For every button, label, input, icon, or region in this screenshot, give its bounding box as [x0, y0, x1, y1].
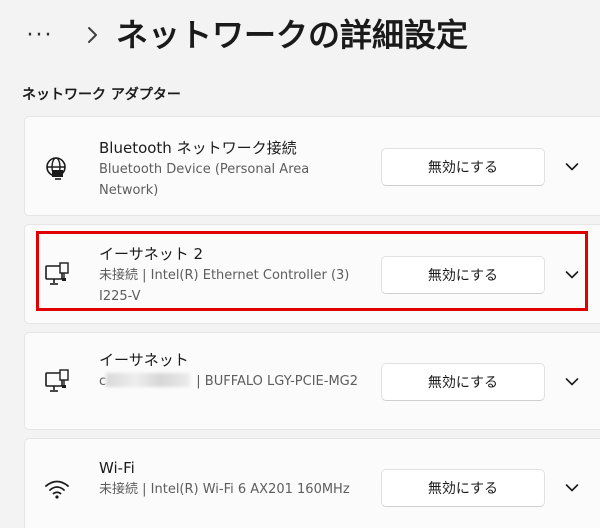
adapter-texts: Wi-Fi 未接続 | Intel(R) Wi-Fi 6 AX201 160MH…: [99, 457, 369, 500]
adapter-name: イーサネット: [99, 351, 189, 369]
adapter-texts: Bluetooth ネットワーク接続 Bluetooth Device (Per…: [99, 137, 369, 201]
disable-button[interactable]: 無効にする: [381, 363, 545, 401]
wifi-icon: [43, 475, 71, 503]
adapter-name: Wi-Fi: [99, 459, 135, 477]
adapter-texts: イーサネット c | BUFFALO LGY-PCIE-MG2: [99, 349, 369, 392]
adapter-description: 未接続 | Intel(R) Wi-Fi 6 AX201 160MHz: [99, 482, 350, 497]
ethernet-computer-icon: [43, 261, 71, 289]
globe-computer-icon: [43, 155, 71, 183]
redacted-text: [106, 373, 191, 387]
chevron-down-icon[interactable]: [561, 156, 583, 178]
adapter-description-rest: | BUFFALO LGY-PCIE-MG2: [192, 374, 359, 389]
section-title: ネットワーク アダプター: [22, 87, 181, 103]
chevron-down-icon[interactable]: [561, 371, 583, 393]
adapter-name: Bluetooth ネットワーク接続: [99, 139, 297, 157]
adapter-description: c | BUFFALO LGY-PCIE-MG2: [99, 371, 369, 392]
adapter-name: イーサネット 2: [99, 245, 204, 263]
chevron-right-icon: [82, 20, 102, 50]
disable-button[interactable]: 無効にする: [381, 469, 545, 507]
chevron-down-icon[interactable]: [561, 264, 583, 286]
adapter-card-bluetooth: Bluetooth ネットワーク接続 Bluetooth Device (Per…: [24, 116, 600, 216]
chevron-down-icon[interactable]: [561, 477, 583, 499]
network-advanced-settings-page: ··· ネットワークの詳細設定 ネットワーク アダプター Bluetooth ネ…: [0, 0, 600, 528]
adapter-status-prefix: c: [99, 374, 107, 389]
disable-button[interactable]: 無効にする: [381, 256, 545, 294]
adapter-description: 未接続 | Intel(R) Ethernet Controller (3) I…: [99, 268, 350, 304]
adapter-texts: イーサネット 2 未接続 | Intel(R) Ethernet Control…: [99, 243, 369, 307]
adapter-description: Bluetooth Device (Personal Area Network): [99, 162, 310, 198]
adapter-card-ethernet-2: イーサネット 2 未接続 | Intel(R) Ethernet Control…: [24, 224, 600, 324]
adapter-card-ethernet: イーサネット c | BUFFALO LGY-PCIE-MG2 無効にする: [24, 332, 600, 430]
more-breadcrumb-button[interactable]: ···: [20, 22, 60, 48]
ethernet-computer-icon: [43, 368, 71, 396]
header: ··· ネットワークの詳細設定: [0, 0, 600, 80]
page-title: ネットワークの詳細設定: [116, 16, 469, 54]
adapter-card-wifi: Wi-Fi 未接続 | Intel(R) Wi-Fi 6 AX201 160MH…: [24, 438, 600, 528]
disable-button[interactable]: 無効にする: [381, 148, 545, 186]
